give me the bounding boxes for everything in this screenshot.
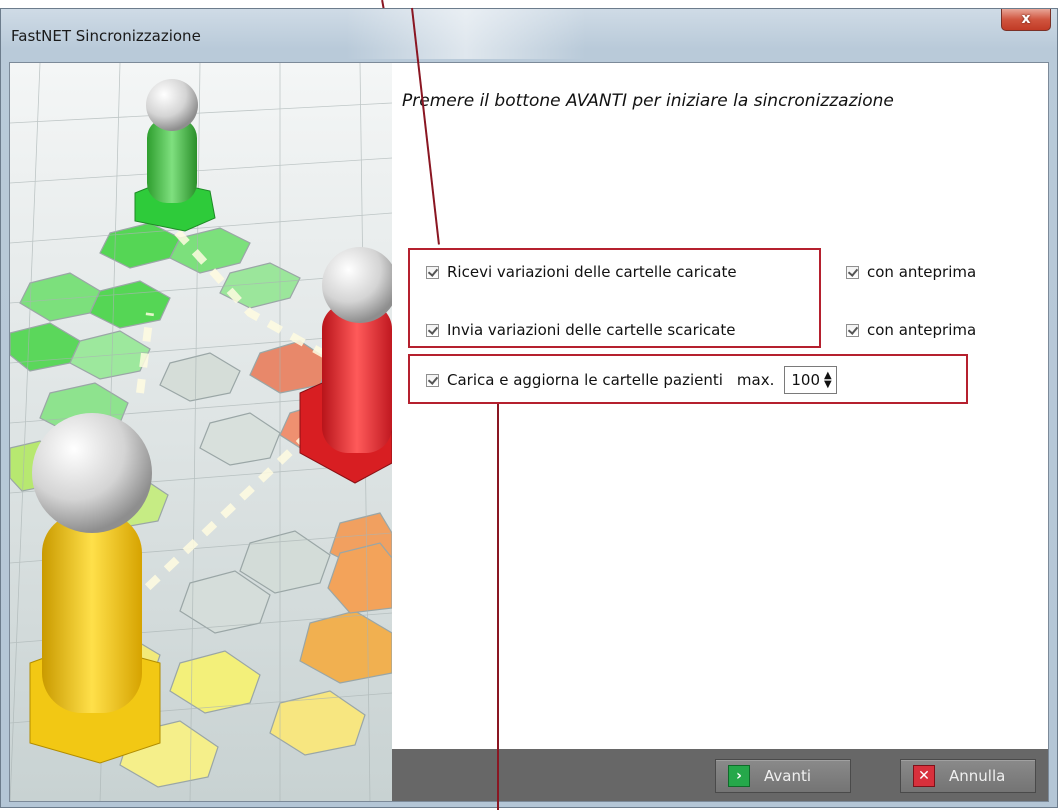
down-arrow-icon[interactable]: ▼	[824, 380, 832, 390]
send-preview-label: con anteprima	[867, 321, 977, 339]
next-label: Avanti	[764, 767, 812, 785]
dialog-content: Premere il bottone AVANTI per iniziare l…	[9, 62, 1049, 802]
close-button[interactable]: x	[1001, 9, 1051, 31]
option-send[interactable]: Invia variazioni delle cartelle scaricat…	[426, 321, 735, 339]
option-send-preview[interactable]: con anteprima	[846, 321, 976, 339]
title-bar[interactable]: FastNET Sincronizzazione x	[1, 9, 1057, 59]
dialog-window: FastNET Sincronizzazione x Premere il bo…	[0, 8, 1058, 808]
option-receive-preview[interactable]: con anteprima	[846, 263, 976, 281]
max-stepper[interactable]: 100 ▲ ▼	[784, 366, 837, 394]
button-bar: › Avanti ✕ Annulla	[392, 749, 1048, 801]
option-load[interactable]: Carica e aggiorna le cartelle pazienti m…	[426, 366, 837, 394]
close-icon: x	[1021, 11, 1031, 27]
cancel-label: Annulla	[949, 767, 1006, 785]
sync-illustration	[10, 63, 392, 801]
next-button[interactable]: › Avanti	[715, 759, 851, 793]
max-label: max.	[736, 371, 775, 389]
load-label: Carica e aggiorna le cartelle pazienti	[447, 371, 723, 389]
send-checkbox[interactable]	[426, 323, 439, 337]
title-bar-glare	[346, 9, 586, 59]
stepper-arrows[interactable]: ▲ ▼	[824, 371, 836, 390]
send-label: Invia variazioni delle cartelle scaricat…	[447, 321, 736, 339]
load-checkbox[interactable]	[426, 373, 439, 387]
callout-line-lower	[497, 404, 499, 810]
window-title: FastNET Sincronizzazione	[11, 27, 201, 45]
receive-preview-label: con anteprima	[867, 263, 977, 281]
receive-checkbox[interactable]	[426, 265, 439, 279]
cancel-x-icon: ✕	[913, 765, 935, 787]
cancel-button[interactable]: ✕ Annulla	[900, 759, 1036, 793]
send-preview-checkbox[interactable]	[846, 323, 859, 337]
receive-label: Ricevi variazioni delle cartelle caricat…	[447, 263, 737, 281]
option-receive[interactable]: Ricevi variazioni delle cartelle caricat…	[426, 263, 737, 281]
next-arrow-icon: ›	[728, 765, 750, 787]
receive-preview-checkbox[interactable]	[846, 265, 859, 279]
max-value[interactable]: 100	[785, 371, 824, 389]
instruction-text: Premere il bottone AVANTI per iniziare l…	[402, 91, 894, 111]
